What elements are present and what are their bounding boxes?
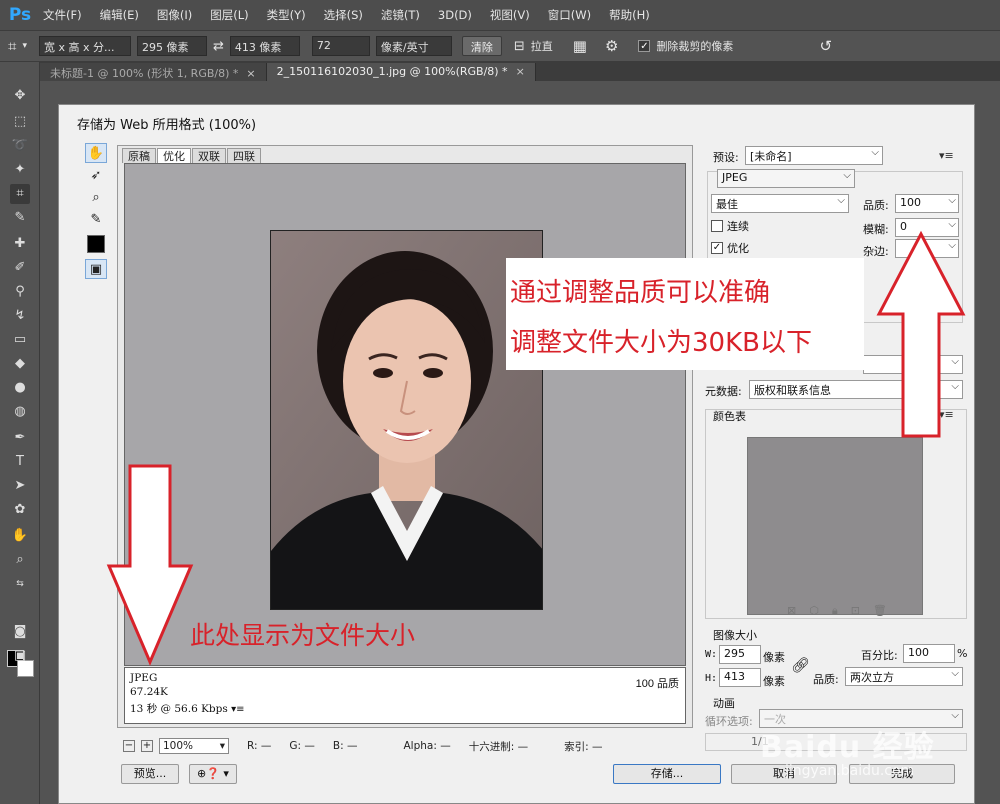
annotation-file-size: 此处显示为文件大小 — [190, 621, 416, 650]
annotation-arrows — [106, 230, 966, 666]
up-arrow — [876, 230, 966, 438]
baidu-watermark-url: jingyan.baidu.com — [785, 763, 915, 779]
baidu-watermark: Baidu 经验 — [760, 730, 935, 765]
down-arrow — [106, 464, 194, 666]
annotation-line-2: 调整文件大小为30KB以下 — [510, 328, 812, 358]
annotation-line-1: 通过调整品质可以准确 — [510, 278, 771, 308]
